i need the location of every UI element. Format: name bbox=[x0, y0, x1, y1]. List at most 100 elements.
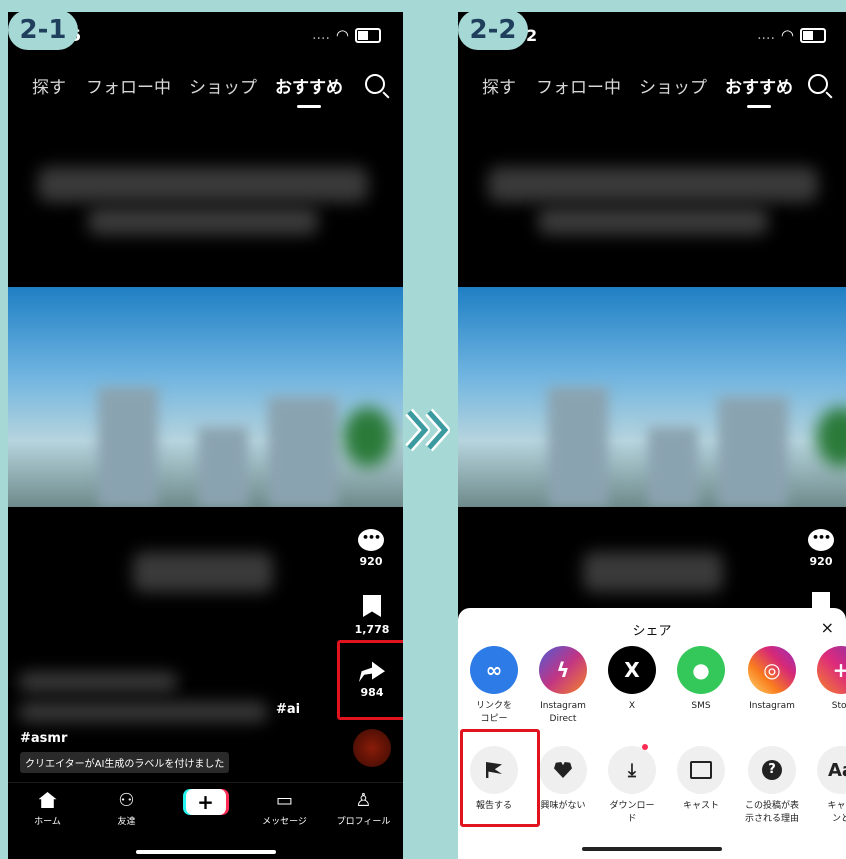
share-sms[interactable]: ● SMS bbox=[668, 646, 734, 713]
step-badge-1: 2-1 bbox=[8, 10, 78, 50]
bookmark-icon bbox=[363, 595, 381, 617]
blurred-caption bbox=[38, 167, 368, 202]
cast-icon bbox=[677, 746, 725, 794]
messenger-icon: ϟ bbox=[539, 646, 587, 694]
comment-count: 920 bbox=[359, 555, 383, 568]
step-badge-2: 2-2 bbox=[458, 10, 528, 50]
tab-following[interactable]: フォロー中 bbox=[536, 73, 621, 98]
status-icons: .... ◠ bbox=[312, 26, 381, 44]
nav-home-label: ホーム bbox=[34, 817, 61, 827]
share-instagram[interactable]: ◎ Instagram bbox=[739, 646, 805, 713]
share-x[interactable]: X X bbox=[599, 646, 665, 713]
tab-shop[interactable]: ショップ bbox=[189, 73, 257, 98]
download-icon: ⤓ bbox=[608, 744, 656, 794]
nav-profile-label: プロフィール bbox=[336, 817, 391, 827]
action-captions-label: キャプ ンと bbox=[827, 801, 846, 824]
home-icon bbox=[38, 792, 57, 808]
captions-glyph: Aa bbox=[827, 759, 846, 781]
comment-button[interactable]: 920 bbox=[805, 529, 837, 568]
top-nav: 探す フォロー中 ショップ おすすめ bbox=[458, 70, 846, 108]
wifi-icon: ◠ bbox=[780, 26, 794, 44]
share-sheet-title: シェア bbox=[632, 624, 672, 639]
friends-icon: ⚇ bbox=[118, 789, 135, 811]
search-icon[interactable] bbox=[808, 74, 828, 94]
share-copy-link-label: リンクを コピー bbox=[475, 701, 512, 724]
action-download[interactable]: ⤓ ダウンロー ド bbox=[599, 744, 665, 826]
blurred-caption bbox=[583, 552, 723, 592]
share-instagram-direct[interactable]: ϟ Instagram Direct bbox=[530, 646, 596, 726]
bookmark-button[interactable]: 1,778 bbox=[352, 595, 392, 636]
close-icon[interactable]: × bbox=[821, 618, 834, 637]
ai-generated-label: クリエイターがAI生成のラベルを付けました bbox=[20, 752, 230, 773]
comment-icon bbox=[808, 529, 834, 551]
blurred-caption bbox=[488, 167, 818, 202]
action-cast-label: キャスト bbox=[682, 801, 719, 811]
tab-following[interactable]: フォロー中 bbox=[86, 73, 171, 98]
action-captions[interactable]: Aa キャプ ンと bbox=[808, 746, 846, 826]
action-download-label: ダウンロー ド bbox=[609, 801, 655, 824]
sms-icon: ● bbox=[677, 646, 725, 694]
battery-icon bbox=[800, 27, 826, 43]
nav-profile[interactable]: ♙ プロフィール bbox=[329, 789, 399, 828]
share-x-label: X bbox=[628, 701, 636, 711]
comment-icon bbox=[358, 529, 384, 551]
phone-screen-step-1: 5 .... ◠ 探す フォロー中 ショップ おすすめ 920 1,778 98… bbox=[8, 12, 403, 859]
notification-dot bbox=[642, 744, 648, 750]
share-instagram-label: Instagram bbox=[749, 701, 795, 711]
action-cast[interactable]: キャスト bbox=[668, 746, 734, 813]
stories-icon: + bbox=[817, 646, 846, 694]
home-indicator bbox=[135, 850, 276, 854]
nav-friends[interactable]: ⚇ 友達 bbox=[92, 789, 162, 828]
report-button-highlight bbox=[460, 729, 540, 827]
battery-icon bbox=[355, 27, 381, 43]
top-nav: 探す フォロー中 ショップ おすすめ bbox=[8, 70, 403, 108]
nav-inbox-label: メッセージ bbox=[262, 817, 307, 827]
broken-heart-icon bbox=[539, 746, 587, 794]
share-stories-label: Stor bbox=[831, 701, 846, 711]
profile-icon: ♙ bbox=[355, 789, 372, 811]
hashtag-ai[interactable]: #ai bbox=[276, 702, 300, 717]
music-disc-icon[interactable] bbox=[353, 729, 391, 767]
nav-home[interactable]: ホーム bbox=[13, 789, 83, 827]
hashtag-asmr[interactable]: #asmr bbox=[20, 731, 67, 746]
comment-button[interactable]: 920 bbox=[355, 529, 387, 568]
bottom-nav: ホーム ⚇ 友達 + ▭ メッセージ ♙ プロフィール bbox=[8, 782, 403, 849]
next-step-arrow-icon bbox=[405, 408, 450, 452]
share-sms-label: SMS bbox=[691, 701, 711, 711]
text-icon: Aa bbox=[817, 746, 846, 794]
action-why-this-post[interactable]: ? この投稿が表 示される理由 bbox=[739, 746, 805, 826]
blurred-caption bbox=[88, 207, 318, 235]
action-not-interested-label: 興味がない bbox=[540, 801, 586, 811]
wifi-icon: ◠ bbox=[335, 26, 349, 44]
link-icon: ∞ bbox=[470, 646, 518, 694]
status-icons: .... ◠ bbox=[757, 26, 826, 44]
bookmark-count: 1,778 bbox=[354, 623, 390, 636]
tab-shop[interactable]: ショップ bbox=[639, 73, 707, 98]
nav-friends-label: 友達 bbox=[117, 817, 136, 827]
blurred-caption bbox=[538, 207, 768, 235]
blurred-caption bbox=[133, 552, 273, 592]
video-frame[interactable] bbox=[8, 287, 403, 507]
question-icon: ? bbox=[748, 746, 796, 794]
blurred-caption bbox=[18, 702, 268, 722]
share-button-highlight bbox=[337, 640, 403, 720]
tab-explore[interactable]: 探す bbox=[32, 73, 66, 98]
search-icon[interactable] bbox=[365, 74, 385, 94]
create-button[interactable]: + bbox=[185, 789, 226, 815]
tab-for-you[interactable]: おすすめ bbox=[275, 73, 343, 108]
phone-screen-step-2: 2 .... ◠ 探す フォロー中 ショップ おすすめ 920 シェア × ∞ … bbox=[458, 12, 846, 859]
nav-inbox[interactable]: ▭ メッセージ bbox=[250, 789, 320, 828]
blurred-caption bbox=[18, 672, 178, 692]
share-instagram-direct-label: Instagram Direct bbox=[540, 701, 586, 724]
tab-explore[interactable]: 探す bbox=[482, 73, 516, 98]
nav-create[interactable]: + bbox=[171, 789, 241, 815]
comment-count: 920 bbox=[809, 555, 833, 568]
action-why-this-post-label: この投稿が表 示される理由 bbox=[744, 801, 799, 824]
home-indicator bbox=[582, 847, 722, 851]
share-stories[interactable]: + Stor bbox=[808, 646, 846, 713]
inbox-icon: ▭ bbox=[275, 789, 293, 811]
video-frame[interactable] bbox=[458, 287, 846, 507]
x-icon: X bbox=[608, 646, 656, 694]
share-copy-link[interactable]: ∞ リンクを コピー bbox=[461, 646, 527, 726]
tab-for-you[interactable]: おすすめ bbox=[725, 73, 793, 108]
